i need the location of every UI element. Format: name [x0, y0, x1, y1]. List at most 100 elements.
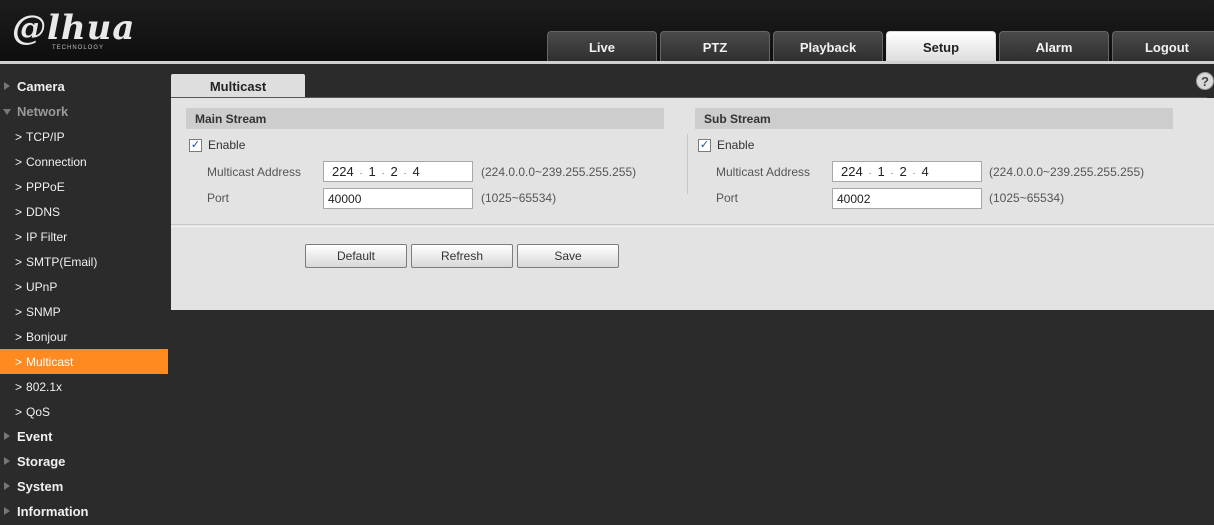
sidebar-item-information[interactable]: Information — [0, 499, 168, 524]
main-multicast-address-label: Multicast Address — [207, 165, 302, 179]
sub-address-range-hint: (224.0.0.0~239.255.255.255) — [989, 165, 1145, 179]
main-stream-header: Main Stream — [186, 108, 664, 129]
sidebar-item-tcpip[interactable]: > TCP/IP — [0, 124, 168, 149]
chevron-right-icon: > — [15, 129, 23, 144]
sidebar-label: Information — [17, 504, 89, 519]
chevron-right-icon: > — [15, 254, 23, 269]
sub-stream-enable-row: ✓ Enable — [698, 138, 754, 152]
sidebar-item-upnp[interactable]: > UPnP — [0, 274, 168, 299]
ip-octet: 224 — [332, 164, 354, 179]
chevron-right-icon: > — [15, 304, 23, 319]
chevron-right-icon: > — [15, 204, 23, 219]
sidebar-sub-label: Bonjour — [26, 329, 68, 344]
sidebar-item-snmp[interactable]: > SNMP — [0, 299, 168, 324]
sidebar-item-pppoe[interactable]: > PPPoE — [0, 174, 168, 199]
sidebar-item-connection[interactable]: > Connection — [0, 149, 168, 174]
main-stream-enable-checkbox[interactable]: ✓ — [189, 138, 202, 152]
tab-logout[interactable]: Logout — [1112, 31, 1214, 62]
tab-alarm[interactable]: Alarm — [999, 31, 1109, 62]
sub-multicast-address-label: Multicast Address — [716, 165, 811, 179]
sidebar-sub-label: PPPoE — [26, 179, 65, 194]
sidebar-item-ddns[interactable]: > DDNS — [0, 199, 168, 224]
chevron-right-icon: > — [15, 404, 23, 419]
setup-sidebar: Camera Network > TCP/IP > Connection > PPPo… — [0, 74, 168, 524]
sidebar-sub-label: Multicast — [26, 354, 74, 369]
sub-port-range-hint: (1025~65534) — [989, 191, 1065, 205]
ip-octet: 1 — [877, 164, 885, 179]
default-button[interactable]: Default — [305, 244, 407, 268]
sidebar-sub-label: DDNS — [26, 204, 61, 219]
tab-setup[interactable]: Setup — [886, 31, 996, 62]
tab-playback[interactable]: Playback — [773, 31, 883, 62]
main-multicast-address-input[interactable]: 224. 1. 2. 4 — [323, 161, 473, 182]
main-port-range-hint: (1025~65534) — [481, 191, 557, 205]
collapsed-arrow-icon — [4, 507, 10, 515]
sidebar-label: Network — [17, 104, 69, 119]
sidebar-label: Camera — [17, 79, 65, 94]
collapsed-arrow-icon — [4, 432, 10, 440]
sidebar-item-smtp[interactable]: > SMTP(Email) — [0, 249, 168, 274]
chevron-right-icon: > — [15, 279, 23, 294]
ip-dot: . — [359, 166, 363, 177]
ip-octet: 4 — [921, 164, 929, 179]
collapsed-arrow-icon — [4, 82, 10, 90]
main-address-range-hint: (224.0.0.0~239.255.255.255) — [481, 165, 637, 179]
sidebar-item-8021x[interactable]: >802.1x — [0, 374, 168, 399]
sidebar-item-storage[interactable]: Storage — [0, 449, 168, 474]
main-stream-enable-label: Enable — [208, 138, 246, 152]
sidebar-item-network[interactable]: Network — [0, 99, 168, 124]
sub-port-input[interactable]: 40002 — [832, 188, 982, 209]
sidebar-item-qos[interactable]: > QoS — [0, 399, 168, 424]
tab-live[interactable]: Live — [547, 31, 657, 62]
ip-dot: . — [381, 166, 385, 177]
ip-octet: 1 — [368, 164, 376, 179]
sidebar-item-system[interactable]: System — [0, 474, 168, 499]
chevron-right-icon: > — [15, 154, 23, 169]
tab-ptz[interactable]: PTZ — [660, 31, 770, 62]
sidebar-sub-label: SNMP — [26, 304, 61, 319]
sidebar-sub-label: UPnP — [26, 279, 58, 294]
ip-octet: 2 — [390, 164, 398, 179]
chevron-right-icon: > — [15, 229, 23, 244]
help-icon[interactable]: ? — [1196, 72, 1214, 90]
main-port-input[interactable]: 40000 — [323, 188, 473, 209]
main-port-label: Port — [207, 191, 230, 205]
sidebar-item-camera[interactable]: Camera — [0, 74, 168, 99]
sidebar-sub-label: TCP/IP — [26, 129, 65, 144]
sub-multicast-address-input[interactable]: 224. 1. 2. 4 — [832, 161, 982, 182]
collapsed-arrow-icon — [4, 457, 10, 465]
sidebar-sub-label: IP Filter — [26, 229, 68, 244]
main-stream-enable-row: ✓ Enable — [189, 138, 245, 152]
multicast-settings-panel: Main Stream ✓ Enable Multicast Address 2… — [171, 98, 1214, 310]
chevron-right-icon: > — [15, 379, 23, 394]
main-nav-tabs: Live PTZ Playback Setup Alarm Logout — [547, 31, 1214, 62]
chevron-right-icon: > — [15, 329, 23, 344]
chevron-right-icon: > — [15, 179, 23, 194]
save-button[interactable]: Save — [517, 244, 619, 268]
collapsed-arrow-icon — [4, 482, 10, 490]
ip-octet: 4 — [412, 164, 420, 179]
sidebar-sub-label: QoS — [26, 404, 51, 419]
sidebar-item-multicast[interactable]: > Multicast — [0, 349, 168, 374]
ip-dot: . — [868, 166, 872, 177]
dahua-logo: @lhua — [12, 8, 136, 48]
sidebar-item-ip-filter[interactable]: > IP Filter — [0, 224, 168, 249]
logo-tagline: TECHNOLOGY — [52, 45, 105, 51]
refresh-button[interactable]: Refresh — [411, 244, 513, 268]
sidebar-sub-label: Connection — [26, 154, 87, 169]
sidebar-item-event[interactable]: Event — [0, 424, 168, 449]
sub-stream-enable-label: Enable — [717, 138, 755, 152]
sub-stream-enable-checkbox[interactable]: ✓ — [698, 138, 711, 152]
sidebar-item-bonjour[interactable]: > Bonjour — [0, 324, 168, 349]
sidebar-label: Storage — [17, 454, 66, 469]
sidebar-sub-label: 802.1x — [26, 379, 63, 394]
expanded-arrow-icon — [3, 109, 11, 115]
section-divider — [171, 224, 1214, 225]
sub-stream-header: Sub Stream — [695, 108, 1173, 129]
tab-multicast[interactable]: Multicast — [171, 74, 305, 98]
sub-port-label: Port — [716, 191, 739, 205]
ip-dot: . — [890, 166, 894, 177]
header-divider — [0, 61, 1214, 64]
stream-column-divider — [687, 134, 688, 194]
section-divider-highlight — [171, 226, 1214, 227]
